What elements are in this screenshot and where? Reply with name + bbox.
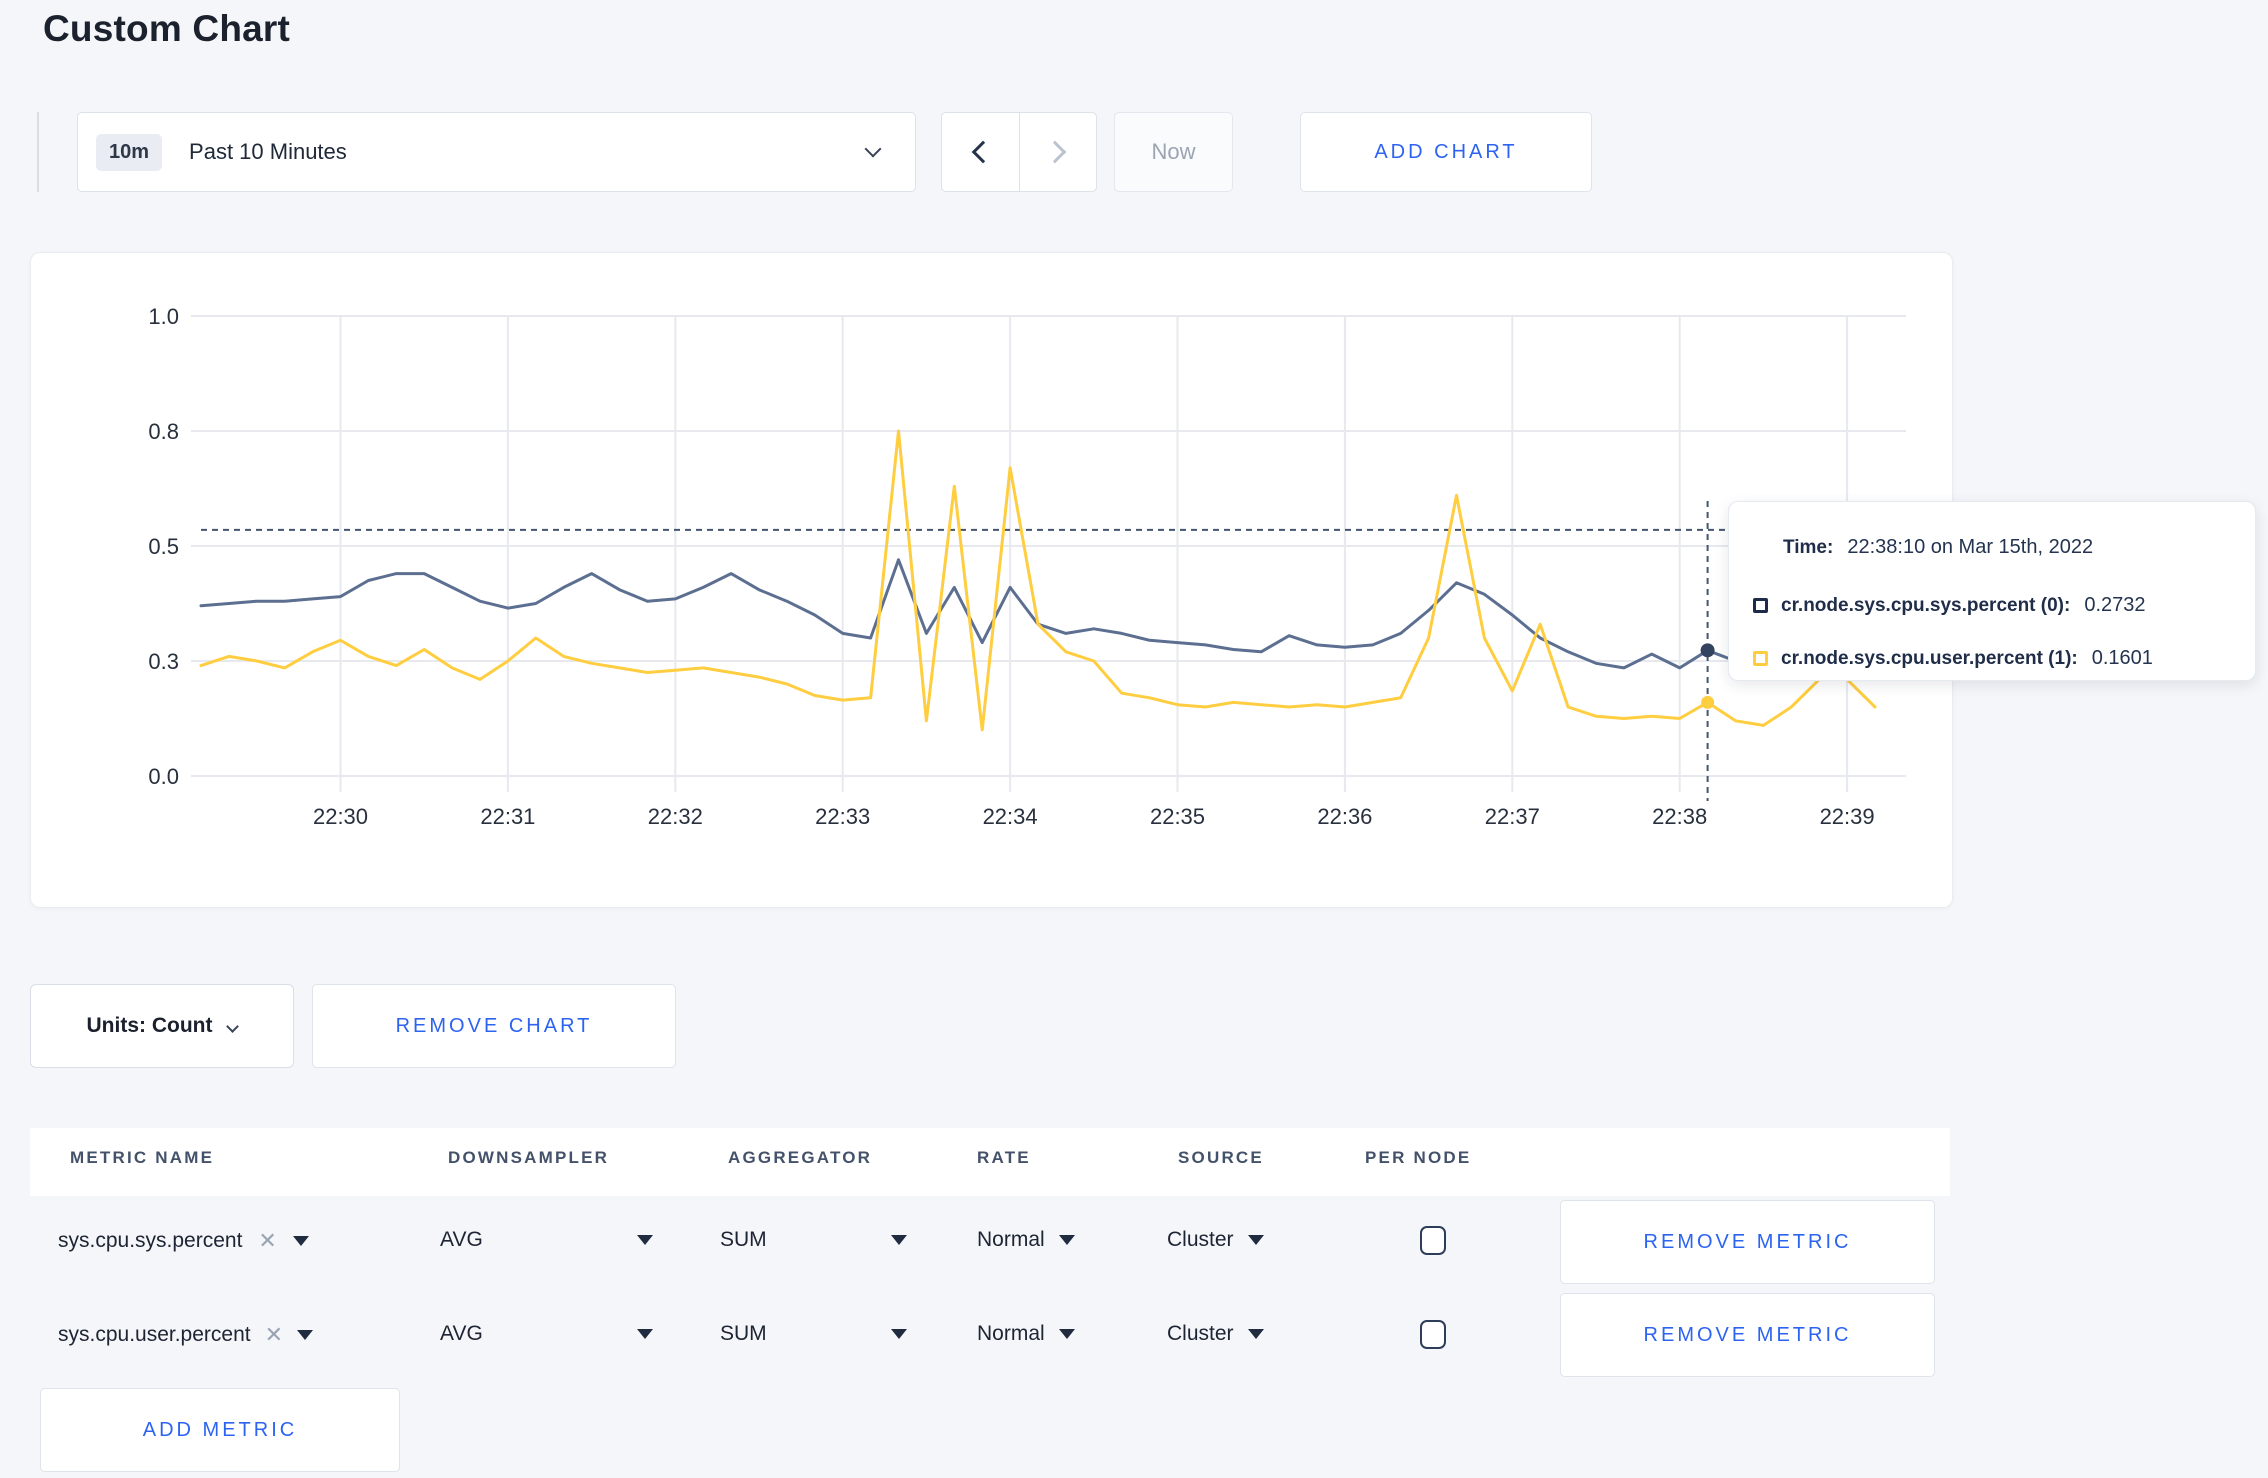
add-chart-button[interactable]: ADD CHART <box>1300 112 1592 192</box>
source-select[interactable]: Cluster <box>1167 1228 1264 1252</box>
metric-name-cell[interactable]: sys.cpu.sys.percent ✕ <box>58 1228 309 1254</box>
tooltip-time-value: 22:38:10 on Mar 15th, 2022 <box>1847 536 2094 558</box>
column-header-aggregator: AGGREGATOR <box>728 1148 873 1167</box>
column-header-metric-name: METRIC NAME <box>70 1148 215 1167</box>
x-tick-label: 22:35 <box>1150 804 1205 829</box>
tooltip-sys-value: 0.2732 <box>2084 594 2146 616</box>
page-title: Custom Chart <box>43 8 291 49</box>
toolbar-divider <box>37 112 39 192</box>
dropdown-caret-icon <box>1247 1235 1264 1245</box>
tooltip-sys-label: cr.node.sys.cpu.sys.percent (0): <box>1781 594 2071 616</box>
tooltip-series-row: cr.node.sys.cpu.user.percent (1): 0.1601 <box>1753 647 2153 670</box>
source-value: Cluster <box>1167 1228 1234 1251</box>
chevron-down-icon <box>226 1019 240 1033</box>
chart-panel[interactable]: 0.0 0.3 0.5 0.8 1.0 22:30 22:31 22:32 22:33 22:34… <box>30 252 2256 909</box>
source-value: Cluster <box>1167 1322 1234 1345</box>
time-range-badge: 10m <box>96 133 163 171</box>
dropdown-caret-icon <box>891 1235 907 1245</box>
next-range-button[interactable] <box>1018 113 1097 191</box>
y-tick-label: 1.0 <box>148 304 179 329</box>
clear-metric-icon[interactable]: ✕ <box>258 1228 276 1254</box>
x-tick-label: 22:33 <box>815 804 870 829</box>
metric-name-cell[interactable]: sys.cpu.user.percent ✕ <box>58 1322 314 1348</box>
y-tick-label: 0.3 <box>148 649 179 674</box>
time-nav-group <box>941 112 1097 192</box>
remove-chart-button[interactable]: REMOVE CHART <box>312 984 676 1068</box>
aggregator-select[interactable]: SUM <box>720 1228 907 1252</box>
x-tick-label: 22:37 <box>1485 804 1540 829</box>
user-series-line <box>199 429 1877 732</box>
tooltip-user-label: cr.node.sys.cpu.user.percent (1): <box>1781 647 2078 669</box>
tooltip-user-value: 0.1601 <box>2091 647 2153 669</box>
remove-metric-button[interactable]: REMOVE METRIC <box>1560 1200 1935 1284</box>
column-header-per-node: PER NODE <box>1365 1148 1472 1167</box>
dropdown-caret-icon <box>1058 1235 1075 1245</box>
aggregator-select[interactable]: SUM <box>720 1322 907 1346</box>
time-range-label: Past 10 Minutes <box>189 139 347 164</box>
dropdown-caret-icon[interactable] <box>297 1330 314 1340</box>
source-select[interactable]: Cluster <box>1167 1322 1264 1346</box>
x-tick-label: 22:38 <box>1652 804 1707 829</box>
aggregator-value: SUM <box>720 1322 767 1345</box>
x-tick-label: 22:36 <box>1317 804 1372 829</box>
x-tick-label: 22:32 <box>648 804 703 829</box>
sys-series-line <box>199 558 1877 670</box>
x-tick-label: 22:30 <box>313 804 368 829</box>
x-tick-label: 22:34 <box>983 804 1038 829</box>
y-tick-label: 0.5 <box>148 534 179 559</box>
rate-value: Normal <box>977 1322 1045 1345</box>
downsampler-select[interactable]: AVG <box>440 1228 653 1252</box>
metrics-table-header: METRIC NAME DOWNSAMPLER AGGREGATOR RATE … <box>30 1128 1950 1196</box>
tooltip-series-row: cr.node.sys.cpu.sys.percent (0): 0.2732 <box>1753 594 2146 617</box>
dropdown-caret-icon <box>891 1329 907 1339</box>
metric-name-value: sys.cpu.user.percent <box>58 1323 251 1346</box>
chevron-right-icon <box>1043 140 1067 164</box>
sys-crosshair-dot <box>1700 643 1715 658</box>
rate-value: Normal <box>977 1228 1045 1251</box>
rate-select[interactable]: Normal <box>977 1322 1075 1346</box>
downsampler-select[interactable]: AVG <box>440 1322 653 1346</box>
line-chart[interactable]: 0.0 0.3 0.5 0.8 1.0 22:30 22:31 22:32 22:33 22:34… <box>31 253 1954 909</box>
chevron-down-icon <box>864 140 882 158</box>
downsampler-value: AVG <box>440 1228 483 1251</box>
now-button[interactable]: Now <box>1114 112 1233 192</box>
clear-metric-icon[interactable]: ✕ <box>265 1322 283 1348</box>
downsampler-value: AVG <box>440 1322 483 1345</box>
x-tick-label: 22:39 <box>1820 804 1875 829</box>
column-header-downsampler: DOWNSAMPLER <box>448 1148 610 1167</box>
units-label: Units: Count <box>86 1014 213 1037</box>
dropdown-caret-icon <box>1058 1329 1075 1339</box>
user-crosshair-dot <box>1701 695 1715 709</box>
add-metric-button[interactable]: ADD METRIC <box>40 1388 400 1472</box>
column-header-source: SOURCE <box>1178 1148 1264 1167</box>
aggregator-value: SUM <box>720 1228 767 1251</box>
units-select[interactable]: Units: Count <box>30 984 294 1068</box>
column-header-rate: RATE <box>977 1148 1031 1167</box>
user-series-swatch-icon <box>1753 651 1768 666</box>
x-tick-label: 22:31 <box>480 804 535 829</box>
tooltip-time-label: Time: <box>1783 536 1834 558</box>
custom-chart-page: Custom Chart 10m Past 10 Minutes Now ADD… <box>0 0 2268 1478</box>
rate-select[interactable]: Normal <box>977 1228 1075 1252</box>
prev-range-button[interactable] <box>942 113 1019 191</box>
per-node-checkbox[interactable] <box>1420 1226 1446 1255</box>
chart-tooltip: Time: 22:38:10 on Mar 15th, 2022 cr.node… <box>1728 501 2256 681</box>
y-tick-label: 0.8 <box>148 419 179 444</box>
chevron-left-icon <box>971 140 995 164</box>
dropdown-caret-icon <box>1247 1329 1264 1339</box>
metric-name-value: sys.cpu.sys.percent <box>58 1229 243 1252</box>
remove-metric-button[interactable]: REMOVE METRIC <box>1560 1293 1935 1377</box>
dropdown-caret-icon <box>637 1329 653 1339</box>
dropdown-caret-icon[interactable] <box>292 1236 309 1246</box>
time-range-select[interactable]: 10m Past 10 Minutes <box>77 112 916 192</box>
sys-series-swatch-icon <box>1753 598 1768 613</box>
y-tick-label: 0.0 <box>148 764 179 789</box>
dropdown-caret-icon <box>637 1235 653 1245</box>
per-node-checkbox[interactable] <box>1420 1320 1446 1349</box>
